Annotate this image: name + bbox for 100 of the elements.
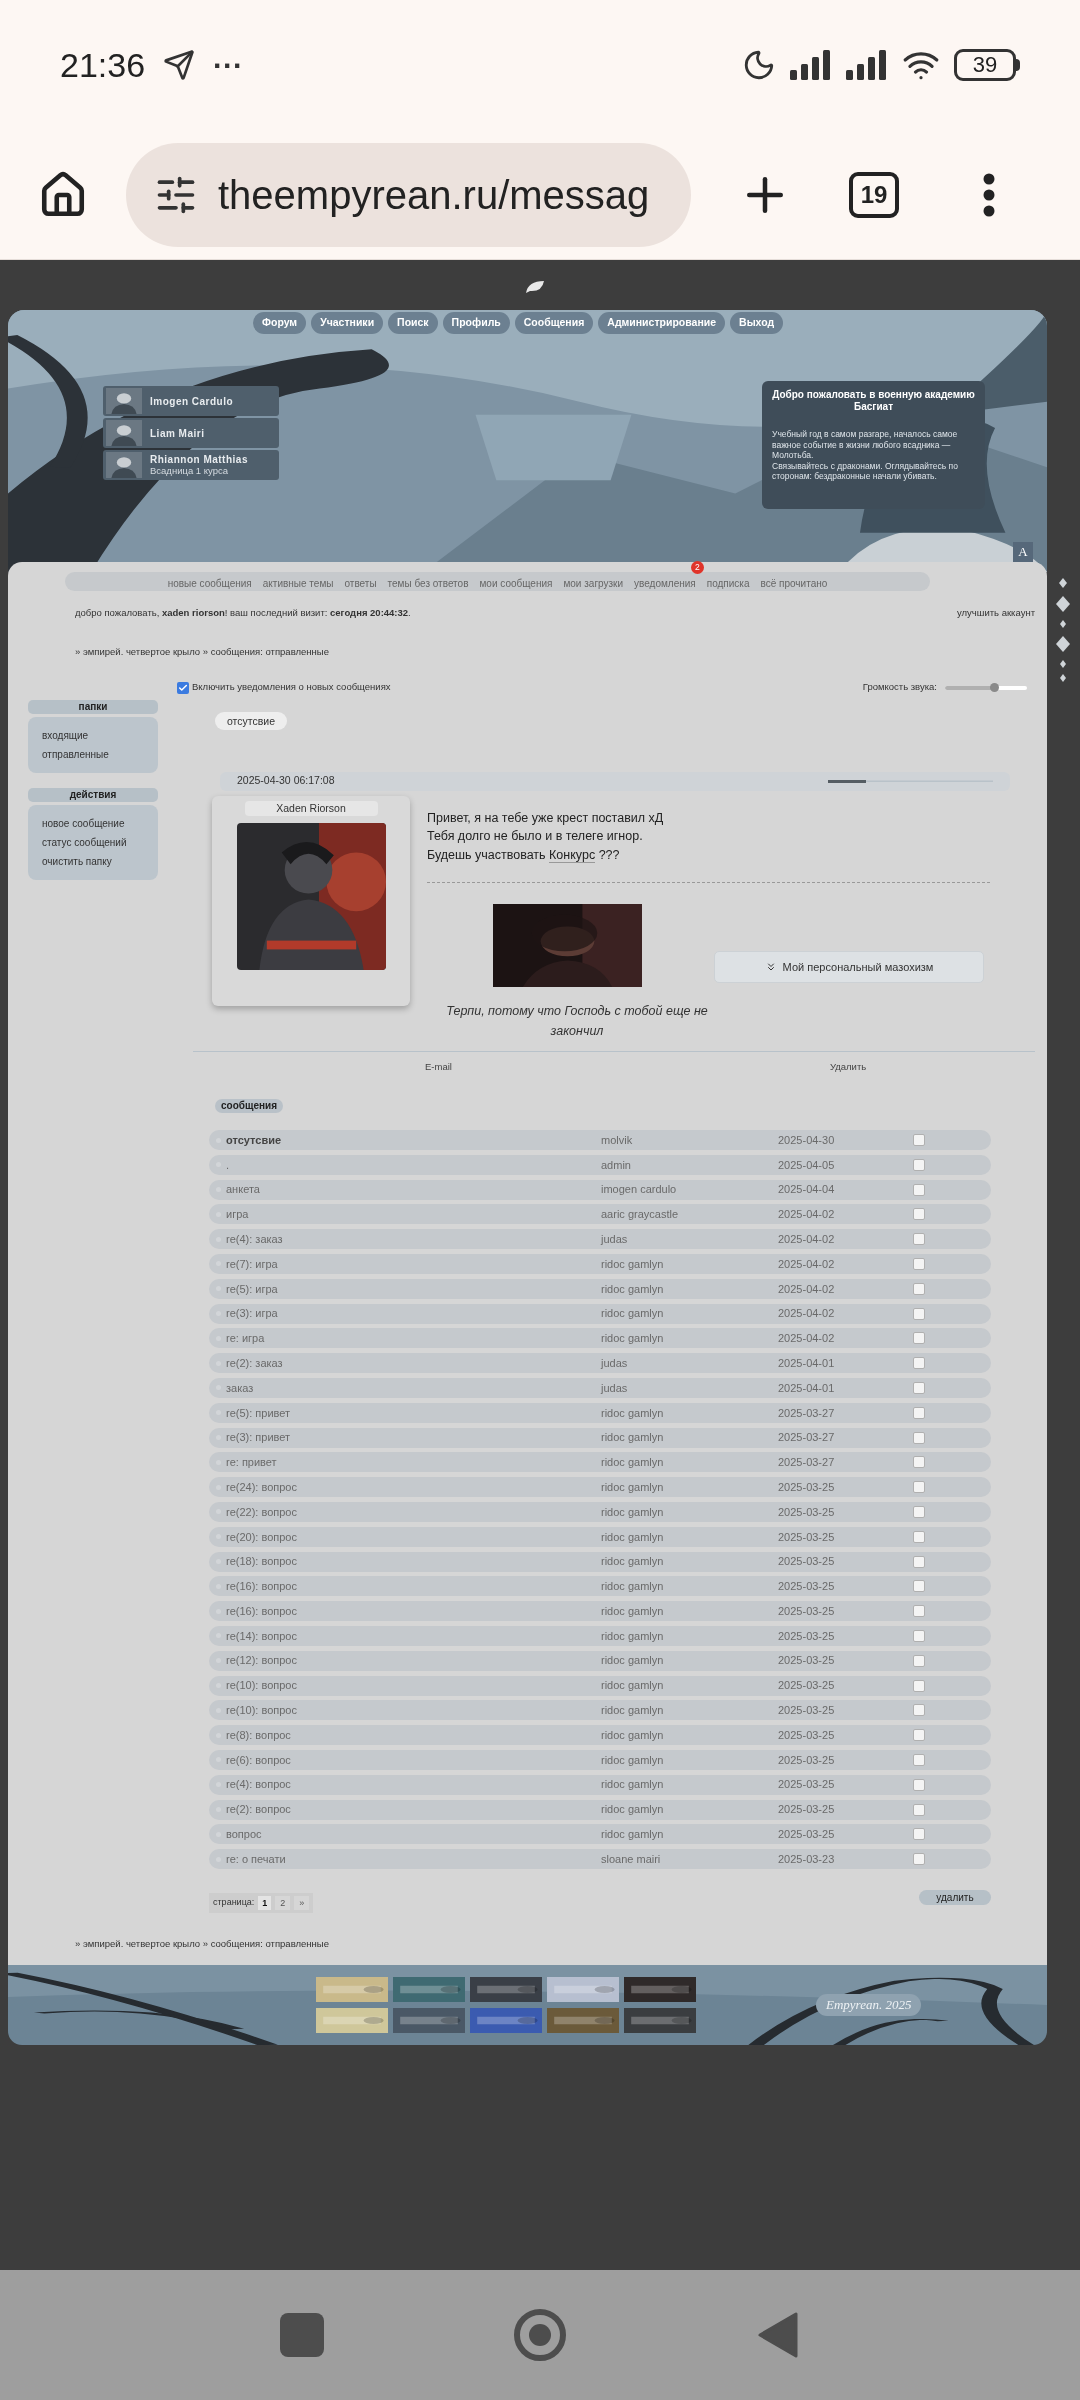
subject-cell[interactable]: re(16): вопрос (226, 1602, 601, 1620)
message-row[interactable]: re: привет ridoc gamlyn 2025-03-27 (209, 1452, 991, 1473)
sub-nav-link[interactable]: активные темы (262, 577, 334, 589)
row-checkbox[interactable] (913, 1505, 925, 1518)
row-checkbox[interactable] (913, 1258, 925, 1270)
subject-cell[interactable]: re(4): вопрос (226, 1776, 601, 1793)
sub-nav-link[interactable]: мои сообщения (479, 577, 553, 589)
subject-cell[interactable]: re: о печати (226, 1850, 601, 1868)
message-row[interactable]: re(3): игра ridoc gamlyn 2025-04-02 (209, 1303, 991, 1324)
message-row[interactable]: . admin 2025-04-05 (209, 1154, 991, 1175)
address-bar[interactable]: theempyrean.ru/messag (126, 142, 691, 247)
message-row[interactable]: re: о печати sloane mairi 2025-03-23 (209, 1849, 991, 1870)
subject-cell[interactable]: re(24): вопрос (226, 1478, 601, 1496)
message-row[interactable]: re(5): привет ridoc gamlyn 2025-03-27 (209, 1402, 991, 1423)
sub-nav-link[interactable]: мои загрузки (563, 577, 624, 589)
message-row[interactable]: re(3): привет ridoc gamlyn 2025-03-27 (209, 1427, 991, 1448)
subject-cell[interactable]: re: привет (226, 1454, 601, 1471)
row-checkbox[interactable] (913, 1208, 925, 1221)
subject-cell[interactable]: re(6): вопрос (226, 1751, 601, 1769)
message-row[interactable]: re(5): игра ridoc gamlyn 2025-04-02 (209, 1278, 991, 1299)
tab-count-button[interactable]: 19 (849, 171, 899, 218)
sidebar-link[interactable]: входящие (42, 725, 144, 745)
next-page-link[interactable]: » (294, 1896, 310, 1911)
subject-cell[interactable]: re(3): игра (226, 1305, 601, 1322)
upgrade-account-link[interactable]: улучшить аккаунт (957, 606, 1035, 621)
author-name[interactable]: Xaden Riorson (244, 800, 378, 816)
message-row[interactable]: re(2): заказ judas 2025-04-01 (209, 1353, 991, 1374)
sub-nav-link[interactable]: новые сообщения (167, 577, 252, 589)
subject-cell[interactable]: re(3): привет (226, 1429, 601, 1446)
message-row[interactable]: заказ judas 2025-04-01 (209, 1377, 991, 1398)
row-checkbox[interactable] (913, 1357, 925, 1370)
subject-cell[interactable]: вопрос (226, 1826, 601, 1843)
row-checkbox[interactable] (913, 1406, 925, 1419)
subject-cell[interactable]: re(2): вопрос (226, 1801, 601, 1818)
row-checkbox[interactable] (913, 1580, 925, 1593)
message-row[interactable]: re(18): вопрос ridoc gamlyn 2025-03-25 (209, 1551, 991, 1572)
delete-link[interactable]: Удалить (829, 1059, 867, 1075)
page-link[interactable]: 2 (275, 1896, 291, 1911)
row-checkbox[interactable] (913, 1307, 925, 1320)
subject-cell[interactable]: re(8): вопрос (226, 1726, 601, 1744)
message-row[interactable]: re(4): заказ judas 2025-04-02 (209, 1229, 991, 1250)
subject-cell[interactable]: re(5): игра (226, 1280, 601, 1298)
row-checkbox[interactable] (913, 1530, 925, 1543)
row-checkbox[interactable] (913, 1134, 925, 1146)
page-link[interactable]: 1 (258, 1896, 272, 1911)
subject-cell[interactable]: . (226, 1156, 601, 1174)
sub-nav-link[interactable]: подписка (706, 577, 750, 589)
message-row[interactable]: re(10): вопрос ridoc gamlyn 2025-03-25 (209, 1675, 991, 1696)
message-row[interactable]: re(4): вопрос ridoc gamlyn 2025-03-25 (209, 1774, 991, 1795)
message-row[interactable]: re(16): вопрос ridoc gamlyn 2025-03-25 (209, 1601, 991, 1622)
subject-cell[interactable]: re(10): вопрос (226, 1677, 601, 1694)
message-row[interactable]: re(12): вопрос ridoc gamlyn 2025-03-25 (209, 1650, 991, 1671)
subject-cell[interactable]: re(14): вопрос (226, 1627, 601, 1645)
subject-cell[interactable]: re: игра (226, 1330, 601, 1347)
message-row[interactable]: re(14): вопрос ridoc gamlyn 2025-03-25 (209, 1625, 991, 1646)
row-checkbox[interactable] (913, 1332, 925, 1345)
row-checkbox[interactable] (913, 1158, 925, 1171)
message-row[interactable]: re(22): вопрос ridoc gamlyn 2025-03-25 (209, 1501, 991, 1522)
subject-cell[interactable]: re(10): вопрос (226, 1702, 601, 1719)
message-row[interactable]: re(24): вопрос ridoc gamlyn 2025-03-25 (209, 1477, 991, 1498)
message-row[interactable]: вопрос ridoc gamlyn 2025-03-25 (209, 1824, 991, 1845)
row-checkbox[interactable] (913, 1778, 925, 1791)
row-checkbox[interactable] (913, 1753, 925, 1766)
email-link[interactable]: E-mail (425, 1059, 452, 1075)
subject-cell[interactable]: re(7): игра (226, 1255, 601, 1273)
row-checkbox[interactable] (913, 1679, 925, 1692)
message-row[interactable]: игра aaric graycastle 2025-04-02 (209, 1204, 991, 1225)
message-row[interactable]: re(10): вопрос ridoc gamlyn 2025-03-25 (209, 1700, 991, 1721)
subject-cell[interactable]: re(2): заказ (226, 1354, 601, 1372)
message-row[interactable]: re: игра ridoc gamlyn 2025-04-02 (209, 1328, 991, 1349)
contest-link[interactable]: Конкурс (549, 847, 596, 863)
back-button[interactable] (756, 2311, 800, 2359)
row-checkbox[interactable] (913, 1729, 925, 1742)
message-row[interactable]: отсутсвие molvik 2025-04-30 (209, 1130, 991, 1150)
row-checkbox[interactable] (913, 1803, 925, 1816)
sub-nav-link[interactable]: всё прочитано (760, 577, 828, 589)
row-checkbox[interactable] (913, 1381, 925, 1394)
subject-cell[interactable]: re(22): вопрос (226, 1503, 601, 1521)
message-row[interactable]: re(7): игра ridoc gamlyn 2025-04-02 (209, 1254, 991, 1274)
slider-thumb[interactable] (990, 682, 1000, 692)
notifications-checkbox[interactable] (177, 681, 189, 694)
row-checkbox[interactable] (913, 1828, 925, 1841)
row-checkbox[interactable] (913, 1654, 925, 1667)
sidebar-link[interactable]: отправленные (42, 744, 144, 764)
sidebar-link[interactable]: очистить папку (42, 851, 144, 871)
subject-cell[interactable]: отсутсвие (226, 1131, 601, 1149)
message-row[interactable]: re(20): вопрос ridoc gamlyn 2025-03-25 (209, 1526, 991, 1547)
row-checkbox[interactable] (913, 1704, 925, 1717)
recent-apps-button[interactable] (280, 2313, 324, 2357)
row-checkbox[interactable] (913, 1282, 925, 1295)
subject-cell[interactable]: игра (226, 1206, 601, 1223)
subject-cell[interactable]: анкета (226, 1181, 601, 1198)
sub-nav-link[interactable]: темы без ответов (387, 577, 469, 589)
row-checkbox[interactable] (913, 1555, 925, 1568)
subject-cell[interactable]: re(5): привет (226, 1404, 601, 1421)
row-checkbox[interactable] (913, 1233, 925, 1246)
message-row[interactable]: re(6): вопрос ridoc gamlyn 2025-03-25 (209, 1749, 991, 1770)
row-checkbox[interactable] (913, 1431, 925, 1444)
sub-nav-link[interactable]: уведомления (634, 577, 696, 589)
delete-button[interactable]: удалить (919, 1890, 991, 1906)
